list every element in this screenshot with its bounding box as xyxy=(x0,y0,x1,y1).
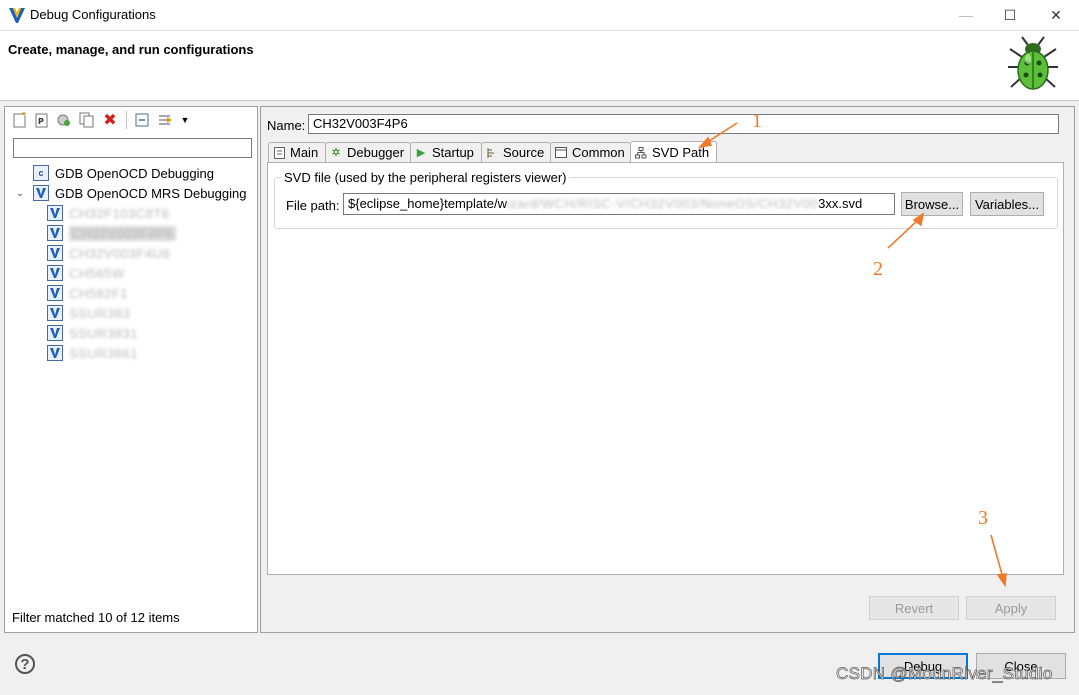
annotation-arrows xyxy=(697,122,1007,588)
watermark: CSDN @MounRiver_Studio xyxy=(836,664,1053,684)
annotation-number-1: 1 xyxy=(752,110,762,132)
annotation-number-2: 2 xyxy=(873,258,883,280)
annotation-number-3: 3 xyxy=(978,507,988,529)
